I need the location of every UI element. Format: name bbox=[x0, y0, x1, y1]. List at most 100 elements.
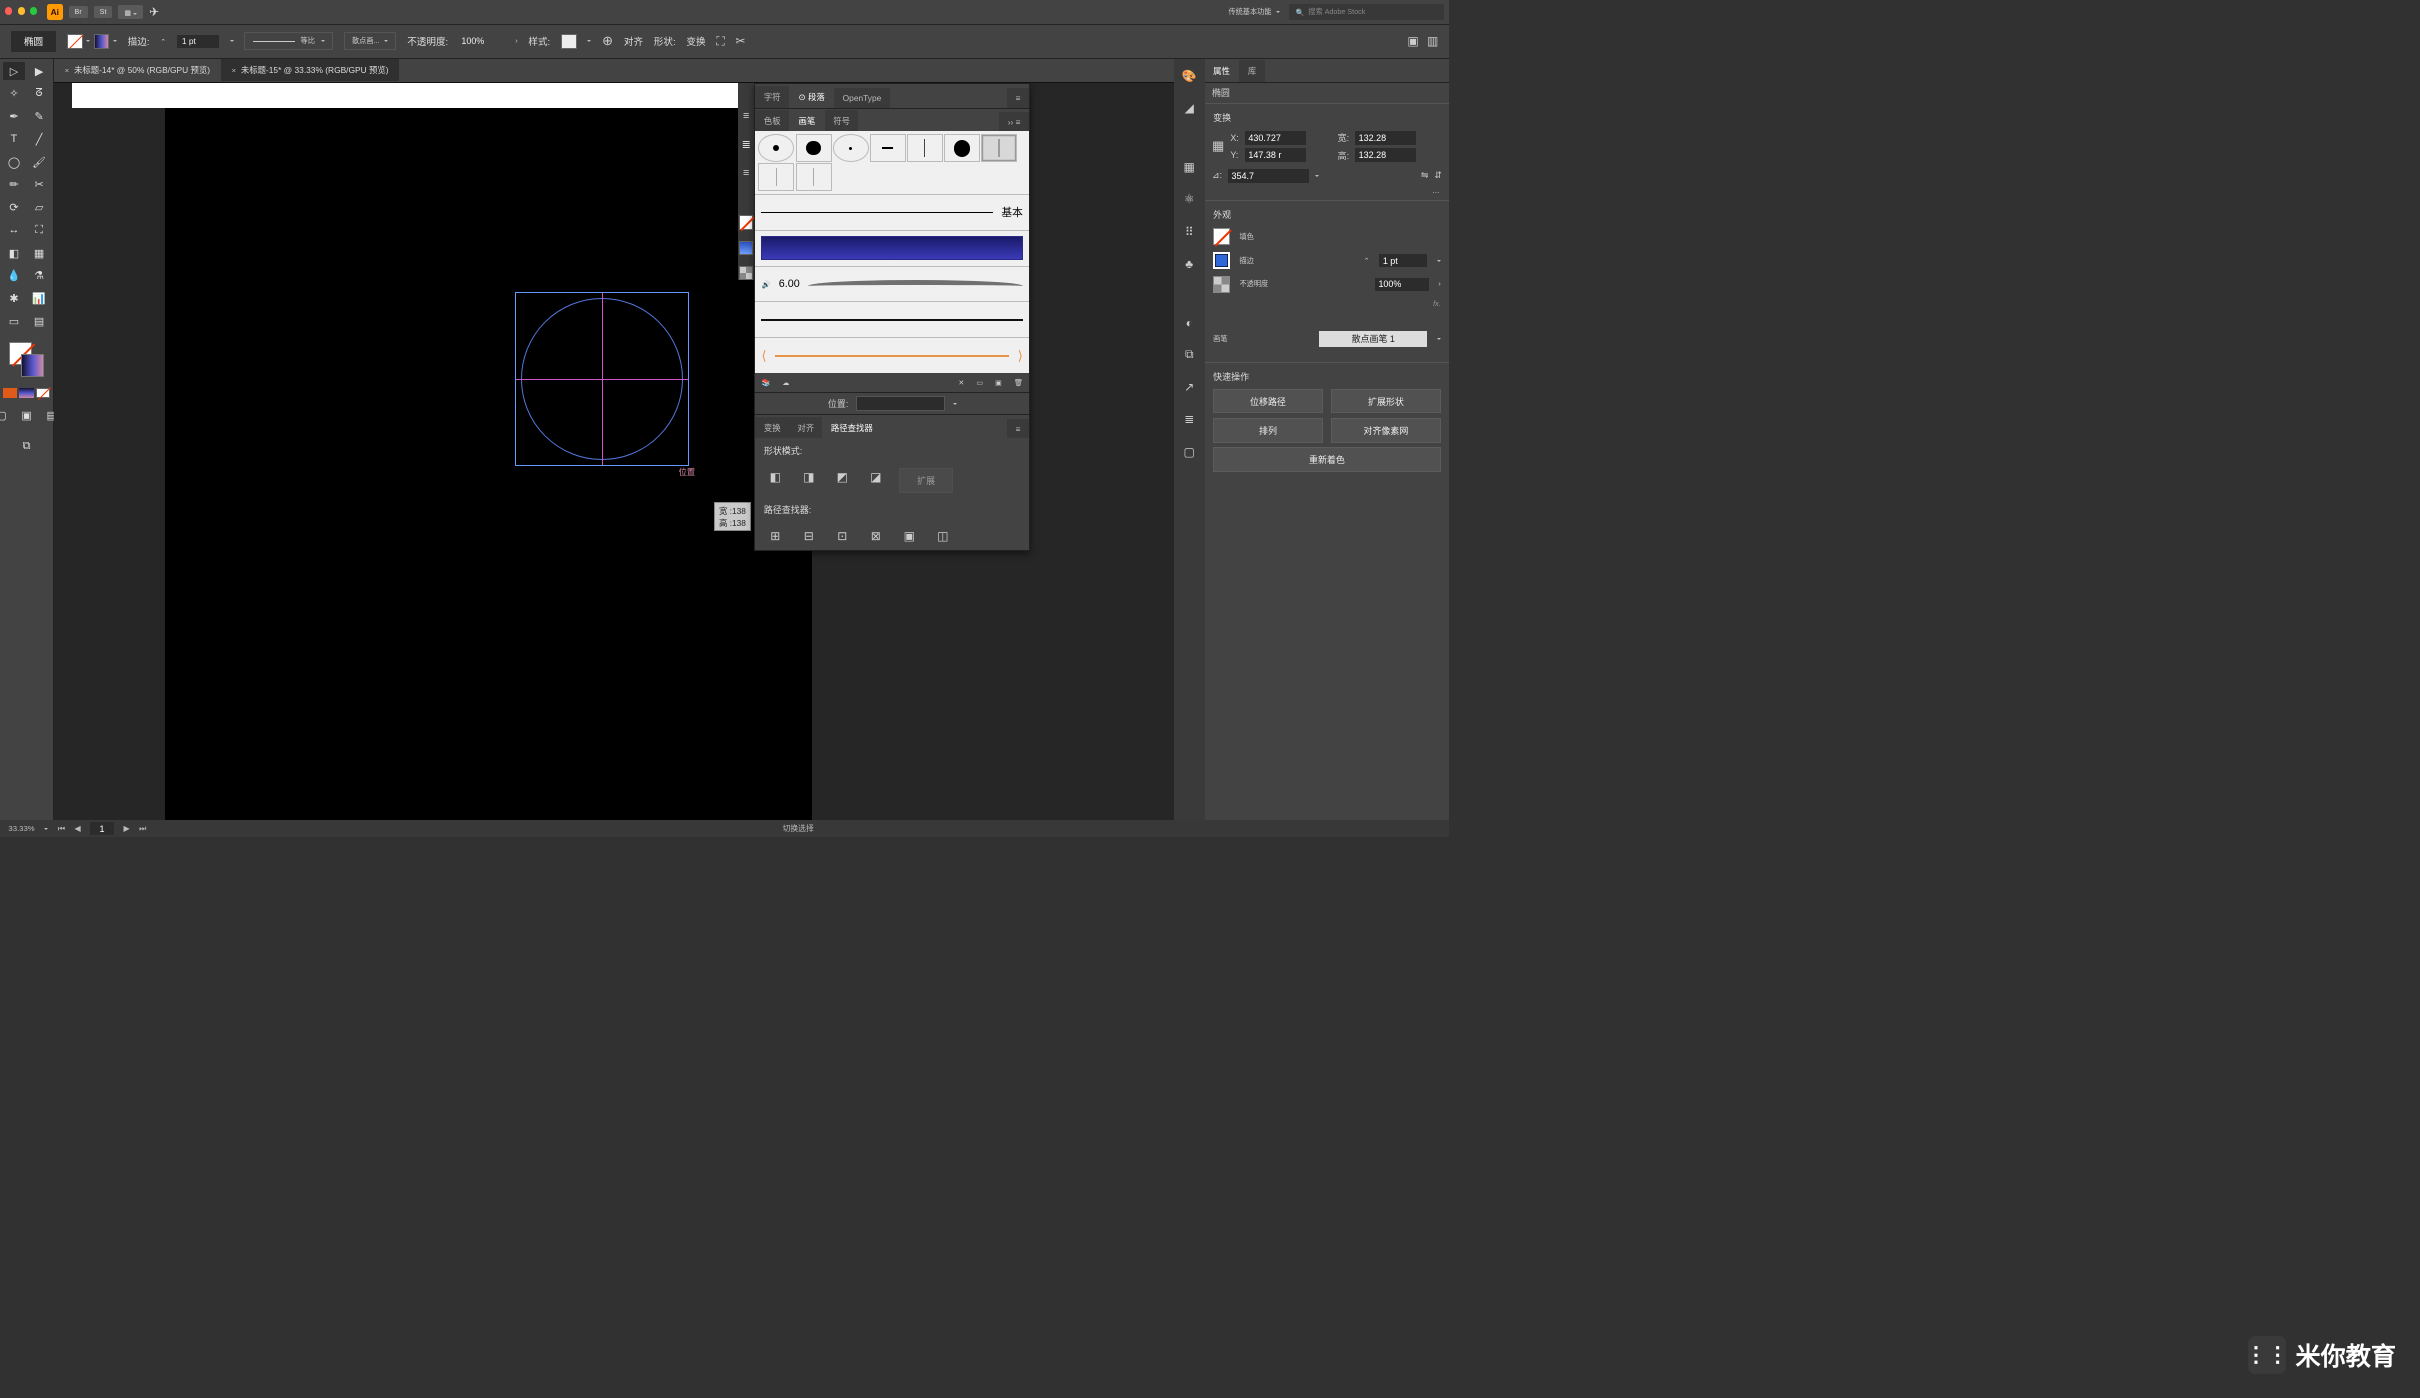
bridge-icon[interactable]: Br bbox=[69, 6, 88, 19]
export-icon[interactable]: ↗ bbox=[1180, 378, 1198, 396]
color-mode-none[interactable] bbox=[36, 388, 50, 399]
appearance-strip-icon[interactable]: ♣ bbox=[1180, 255, 1198, 273]
exclude-icon[interactable]: ◪ bbox=[866, 468, 886, 486]
tab-transform[interactable]: 变换 bbox=[755, 417, 789, 439]
line-tool[interactable]: ╱ bbox=[28, 130, 50, 148]
opacity-field[interactable] bbox=[459, 35, 505, 49]
pencil-tool[interactable]: ✏ bbox=[3, 176, 25, 194]
remove-stroke-icon[interactable]: ✕ bbox=[958, 378, 964, 387]
lasso-tool[interactable]: ᘔ bbox=[28, 85, 50, 103]
brush-orn[interactable]: ⟨⟩ bbox=[755, 337, 1028, 373]
pen-tool[interactable]: ✒ bbox=[3, 108, 25, 126]
trash-icon[interactable]: 🗑 bbox=[1014, 378, 1023, 387]
nav-next-icon[interactable]: ▶ bbox=[124, 824, 130, 833]
h-field[interactable]: 132.28 bbox=[1355, 148, 1416, 162]
close-icon[interactable]: × bbox=[65, 66, 70, 75]
profile-dd[interactable]: 等比 bbox=[244, 32, 333, 50]
minus-icon[interactable]: ◨ bbox=[799, 468, 819, 486]
fill-stroke-indicator[interactable] bbox=[9, 342, 44, 377]
ellipse-tool[interactable]: ◯ bbox=[3, 153, 25, 171]
layers-strip-icon[interactable]: ≣ bbox=[1180, 411, 1198, 429]
doc-tab-2[interactable]: ×未标题-15* @ 33.33% (RGB/GPU 预览) bbox=[221, 59, 400, 81]
selection-tool[interactable]: ▷ bbox=[3, 62, 25, 80]
brush-dot-xs[interactable] bbox=[833, 134, 869, 162]
screen-mode-icon[interactable]: ⧉ bbox=[16, 438, 38, 456]
new-brush-icon[interactable]: ▣ bbox=[995, 378, 1002, 387]
stroke-dd[interactable] bbox=[230, 40, 234, 42]
colorguide-icon[interactable]: ◢ bbox=[1180, 99, 1198, 117]
merge-icon[interactable]: ⊡ bbox=[832, 527, 852, 545]
arrange-docs-icon[interactable]: ▦ bbox=[118, 5, 143, 19]
fill-swatch-props[interactable] bbox=[1213, 228, 1230, 245]
doc-tab-1[interactable]: ×未标题-14* @ 50% (RGB/GPU 预览) bbox=[54, 59, 221, 81]
brush-basic[interactable]: 基本 bbox=[755, 194, 1028, 230]
shape-btn[interactable]: 形状: bbox=[654, 34, 676, 48]
gpu-icon[interactable]: ✈ bbox=[149, 5, 159, 19]
cloud-icon[interactable]: ☁ bbox=[782, 378, 789, 387]
grid2-icon[interactable]: ⠿ bbox=[1180, 223, 1198, 241]
opacity-dd[interactable]: › bbox=[515, 37, 517, 45]
brush-line-v[interactable] bbox=[907, 134, 943, 162]
symbols-icon[interactable]: ⚛ bbox=[1180, 190, 1198, 208]
stroke-step-icon[interactable]: ⌃ bbox=[1364, 256, 1370, 265]
curvature-tool[interactable]: ✎ bbox=[28, 108, 50, 126]
brush-dot-s[interactable] bbox=[758, 134, 794, 162]
tab-char[interactable]: 字符 bbox=[755, 86, 789, 108]
tab-libraries[interactable]: 库 bbox=[1239, 60, 1264, 82]
canvas[interactable]: 位置 宽 :138 高 :138 ≡ ≣ ≡ 字符 ⊙段落 bbox=[54, 83, 1174, 821]
opacity-val-props[interactable]: 100% bbox=[1375, 278, 1429, 292]
direct-select-tool[interactable]: ▶ bbox=[28, 62, 50, 80]
w-field[interactable]: 132.28 bbox=[1355, 131, 1416, 145]
shapebuilder-tool[interactable]: ◧ bbox=[3, 244, 25, 262]
tab-brushes[interactable]: 画笔 bbox=[790, 110, 824, 132]
brush-def-dd[interactable]: 散点画... bbox=[344, 32, 397, 50]
tab-para[interactable]: ⊙段落 bbox=[790, 86, 833, 108]
gradient-icon[interactable]: ◐ bbox=[1180, 314, 1198, 332]
tab-align[interactable]: 对齐 bbox=[789, 417, 823, 439]
zoom-level[interactable]: 33.33% bbox=[8, 824, 34, 833]
panel-toggle-a[interactable]: ▣ bbox=[1407, 34, 1418, 48]
brush-dot-m[interactable] bbox=[796, 134, 832, 162]
panel-menu-icon[interactable]: ≡ bbox=[1007, 419, 1029, 439]
reflect-tool[interactable]: ▱ bbox=[28, 199, 50, 217]
nav-last-icon[interactable]: ⏭ bbox=[139, 824, 146, 834]
gradient-tool[interactable]: ▦ bbox=[28, 244, 50, 262]
y-field[interactable]: 147.38 r bbox=[1245, 148, 1306, 162]
pixel-align-btn[interactable]: 对齐像素网 bbox=[1331, 418, 1441, 443]
fill-sample[interactable] bbox=[739, 215, 753, 229]
rotate-tool[interactable]: ⟳ bbox=[3, 199, 25, 217]
align-btn[interactable]: 对齐 bbox=[624, 34, 643, 48]
stroke-stepper[interactable]: ⌃ bbox=[160, 37, 166, 46]
magic-wand-tool[interactable]: ✧ bbox=[3, 85, 25, 103]
stroke-weight-props[interactable]: 1 pt bbox=[1379, 254, 1427, 268]
recolor-btn[interactable]: 重新着色 bbox=[1213, 447, 1441, 472]
divide-icon[interactable]: ⊞ bbox=[765, 527, 785, 545]
brush-tool[interactable]: 🖌 bbox=[28, 153, 50, 171]
color-icon[interactable]: 🎨 bbox=[1180, 67, 1198, 85]
transparency-icon[interactable]: ⧉ bbox=[1180, 346, 1198, 364]
screen-mode-a[interactable]: ▢ bbox=[0, 407, 12, 425]
tab-symbols[interactable]: 符号 bbox=[825, 110, 859, 132]
width-tool[interactable]: ↔ bbox=[3, 221, 25, 239]
opacity-swatch[interactable] bbox=[1213, 276, 1230, 293]
slice-tool[interactable]: ▤ bbox=[28, 312, 50, 330]
stroke-swatch[interactable] bbox=[94, 34, 110, 50]
style-swatch[interactable] bbox=[561, 34, 577, 50]
type-tool[interactable]: T bbox=[3, 130, 25, 148]
grid-icon[interactable]: ▦ bbox=[1180, 158, 1198, 176]
arrange-btn[interactable]: 排列 bbox=[1213, 418, 1323, 443]
outline-icon[interactable]: ▣ bbox=[899, 527, 919, 545]
trim-icon[interactable]: ⊟ bbox=[799, 527, 819, 545]
workspace-switcher[interactable]: 传统基本功能 bbox=[1228, 7, 1280, 17]
intersect-icon[interactable]: ◩ bbox=[832, 468, 852, 486]
opacity-sample[interactable] bbox=[739, 266, 753, 280]
fx-label[interactable]: fx. bbox=[1205, 296, 1449, 311]
tab-pathfinder[interactable]: 路径查找器 bbox=[822, 417, 881, 439]
window-controls[interactable] bbox=[5, 7, 41, 16]
options-icon[interactable]: ▭ bbox=[976, 378, 983, 387]
freetf-tool[interactable]: ⛶ bbox=[28, 221, 50, 239]
stroke-sample[interactable] bbox=[739, 241, 753, 255]
asset-icon[interactable]: ▢ bbox=[1180, 443, 1198, 461]
screen-mode-b[interactable]: ▣ bbox=[16, 407, 38, 425]
brush-dd-props[interactable]: 散点画笔 1 bbox=[1319, 331, 1427, 348]
